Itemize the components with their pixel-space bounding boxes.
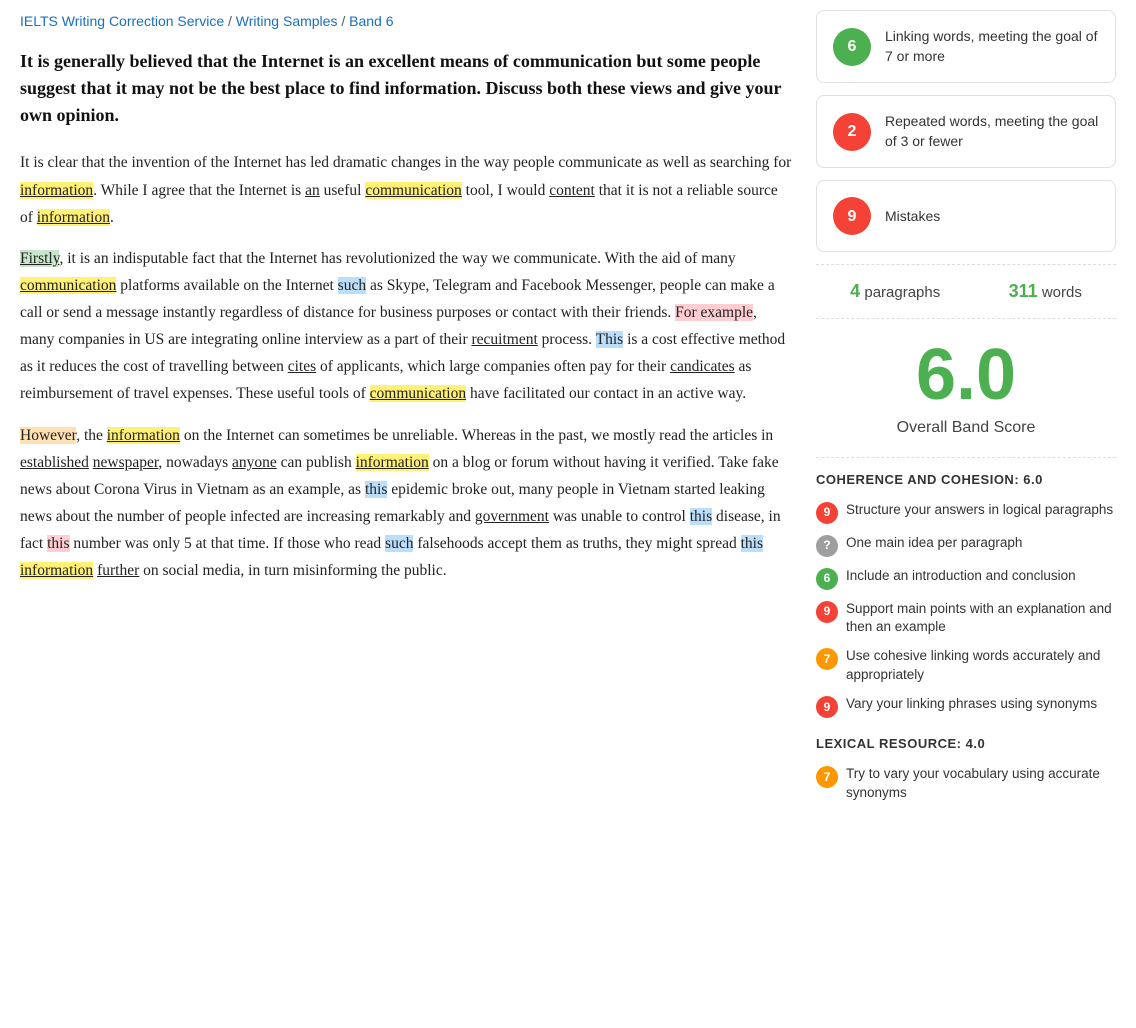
main-content: IELTS Writing Correction Service / Writi… xyxy=(20,10,792,819)
stat-words: 311 words xyxy=(1009,277,1082,306)
score-badge-2: 2 xyxy=(833,113,871,151)
coherence-section: COHERENCE AND COHESION: 6.0 9 Structure … xyxy=(816,470,1116,718)
word-communication-3: communication xyxy=(370,385,466,402)
feedback-text-vocabulary: Try to vary your vocabulary using accura… xyxy=(846,765,1116,803)
feedback-text-vary: Vary your linking phrases using synonyms xyxy=(846,695,1097,714)
word-anyone: anyone xyxy=(232,454,277,471)
essay-body: It is clear that the invention of the In… xyxy=(20,149,792,584)
overall-score-number: 6.0 xyxy=(816,339,1116,411)
word-such-1: such xyxy=(338,277,366,294)
feedback-item-vocabulary: 7 Try to vary your vocabulary using accu… xyxy=(816,765,1116,803)
feedback-text-support: Support main points with an explanation … xyxy=(846,600,1116,638)
breadcrumb-sep-1: / xyxy=(228,13,236,29)
word-this-2: this xyxy=(365,481,387,498)
lexical-feedback-list: 7 Try to vary your vocabulary using accu… xyxy=(816,765,1116,803)
feedback-badge-structure: 9 xyxy=(816,502,838,524)
word-communication-2: communication xyxy=(20,277,116,294)
feedback-badge-vary: 9 xyxy=(816,696,838,718)
score-card-repeated-words: 2 Repeated words, meeting the goal of 3 … xyxy=(816,95,1116,168)
word-however: However xyxy=(20,427,76,444)
stat-paragraphs: 4 paragraphs xyxy=(850,277,940,306)
phrase-for-example: For example xyxy=(675,304,753,321)
word-this-5: this xyxy=(741,535,763,552)
paragraphs-label: paragraphs xyxy=(864,284,940,301)
coherence-feedback-list: 9 Structure your answers in logical para… xyxy=(816,501,1116,719)
word-this-3: this xyxy=(690,508,712,525)
score-card-linking-words: 6 Linking words, meeting the goal of 7 o… xyxy=(816,10,1116,83)
feedback-text-one-idea: One main idea per paragraph xyxy=(846,534,1022,553)
overall-score-label: Overall Band Score xyxy=(816,415,1116,441)
lexical-section-header: LEXICAL RESOURCE: 4.0 xyxy=(816,734,1116,755)
essay-paragraph-3: However, the information on the Internet… xyxy=(20,422,792,585)
coherence-section-header: COHERENCE AND COHESION: 6.0 xyxy=(816,470,1116,491)
word-information-1: information xyxy=(20,182,93,199)
sidebar: 6 Linking words, meeting the goal of 7 o… xyxy=(816,10,1116,819)
breadcrumb-link-writing-samples[interactable]: Writing Samples xyxy=(236,13,338,29)
lexical-section: LEXICAL RESOURCE: 4.0 7 Try to vary your… xyxy=(816,734,1116,803)
score-card-linking-text: Linking words, meeting the goal of 7 or … xyxy=(885,27,1099,66)
feedback-item-intro: 6 Include an introduction and conclusion xyxy=(816,567,1116,590)
word-this-1: This xyxy=(596,331,624,348)
feedback-item-structure: 9 Structure your answers in logical para… xyxy=(816,501,1116,524)
word-this-4: this xyxy=(47,535,69,552)
feedback-badge-one-idea: ? xyxy=(816,535,838,557)
word-newspaper: newspaper xyxy=(93,454,159,471)
feedback-item-support: 9 Support main points with an explanatio… xyxy=(816,600,1116,638)
score-card-mistakes: 9 Mistakes xyxy=(816,180,1116,252)
word-an: an xyxy=(305,182,320,199)
breadcrumb: IELTS Writing Correction Service / Writi… xyxy=(20,10,792,32)
score-badge-6: 6 xyxy=(833,28,871,66)
feedback-item-one-idea: ? One main idea per paragraph xyxy=(816,534,1116,557)
word-cites: cites xyxy=(288,358,316,375)
word-established: established xyxy=(20,454,89,471)
essay-question: It is generally believed that the Intern… xyxy=(20,48,792,129)
word-information-3: information xyxy=(107,427,180,444)
word-further: further xyxy=(97,562,139,579)
word-information-4: information xyxy=(356,454,429,471)
feedback-item-vary: 9 Vary your linking phrases using synony… xyxy=(816,695,1116,718)
score-card-repeated-text: Repeated words, meeting the goal of 3 or… xyxy=(885,112,1099,151)
word-information-2: information xyxy=(37,209,110,226)
breadcrumb-link-band6[interactable]: Band 6 xyxy=(349,13,393,29)
word-candicates: candicates xyxy=(670,358,735,375)
feedback-badge-intro: 6 xyxy=(816,568,838,590)
word-government: government xyxy=(475,508,549,525)
feedback-badge-linking: 7 xyxy=(816,648,838,670)
essay-paragraph-2: Firstly, it is an indisputable fact that… xyxy=(20,245,792,408)
overall-score-container: 6.0 Overall Band Score xyxy=(816,318,1116,458)
words-label: words xyxy=(1042,284,1082,301)
word-information-5: information xyxy=(20,562,93,579)
score-badge-9-mistakes: 9 xyxy=(833,197,871,235)
feedback-badge-support: 9 xyxy=(816,601,838,623)
feedback-badge-vocabulary: 7 xyxy=(816,766,838,788)
breadcrumb-sep-2: / xyxy=(341,13,349,29)
feedback-item-linking: 7 Use cohesive linking words accurately … xyxy=(816,647,1116,685)
word-firstly: Firstly xyxy=(20,250,59,267)
words-count: 311 xyxy=(1009,281,1038,301)
essay-paragraph-1: It is clear that the invention of the In… xyxy=(20,149,792,230)
paragraphs-count: 4 xyxy=(850,281,860,301)
feedback-text-structure: Structure your answers in logical paragr… xyxy=(846,501,1113,520)
breadcrumb-link-ielts[interactable]: IELTS Writing Correction Service xyxy=(20,13,224,29)
feedback-text-intro: Include an introduction and conclusion xyxy=(846,567,1076,586)
word-such-2: such xyxy=(385,535,413,552)
feedback-text-linking: Use cohesive linking words accurately an… xyxy=(846,647,1116,685)
stats-row: 4 paragraphs 311 words xyxy=(816,264,1116,310)
word-recuitment: recuitment xyxy=(472,331,538,348)
score-card-mistakes-text: Mistakes xyxy=(885,207,940,227)
word-content: content xyxy=(549,182,595,199)
word-communication-1: communication xyxy=(365,182,461,199)
